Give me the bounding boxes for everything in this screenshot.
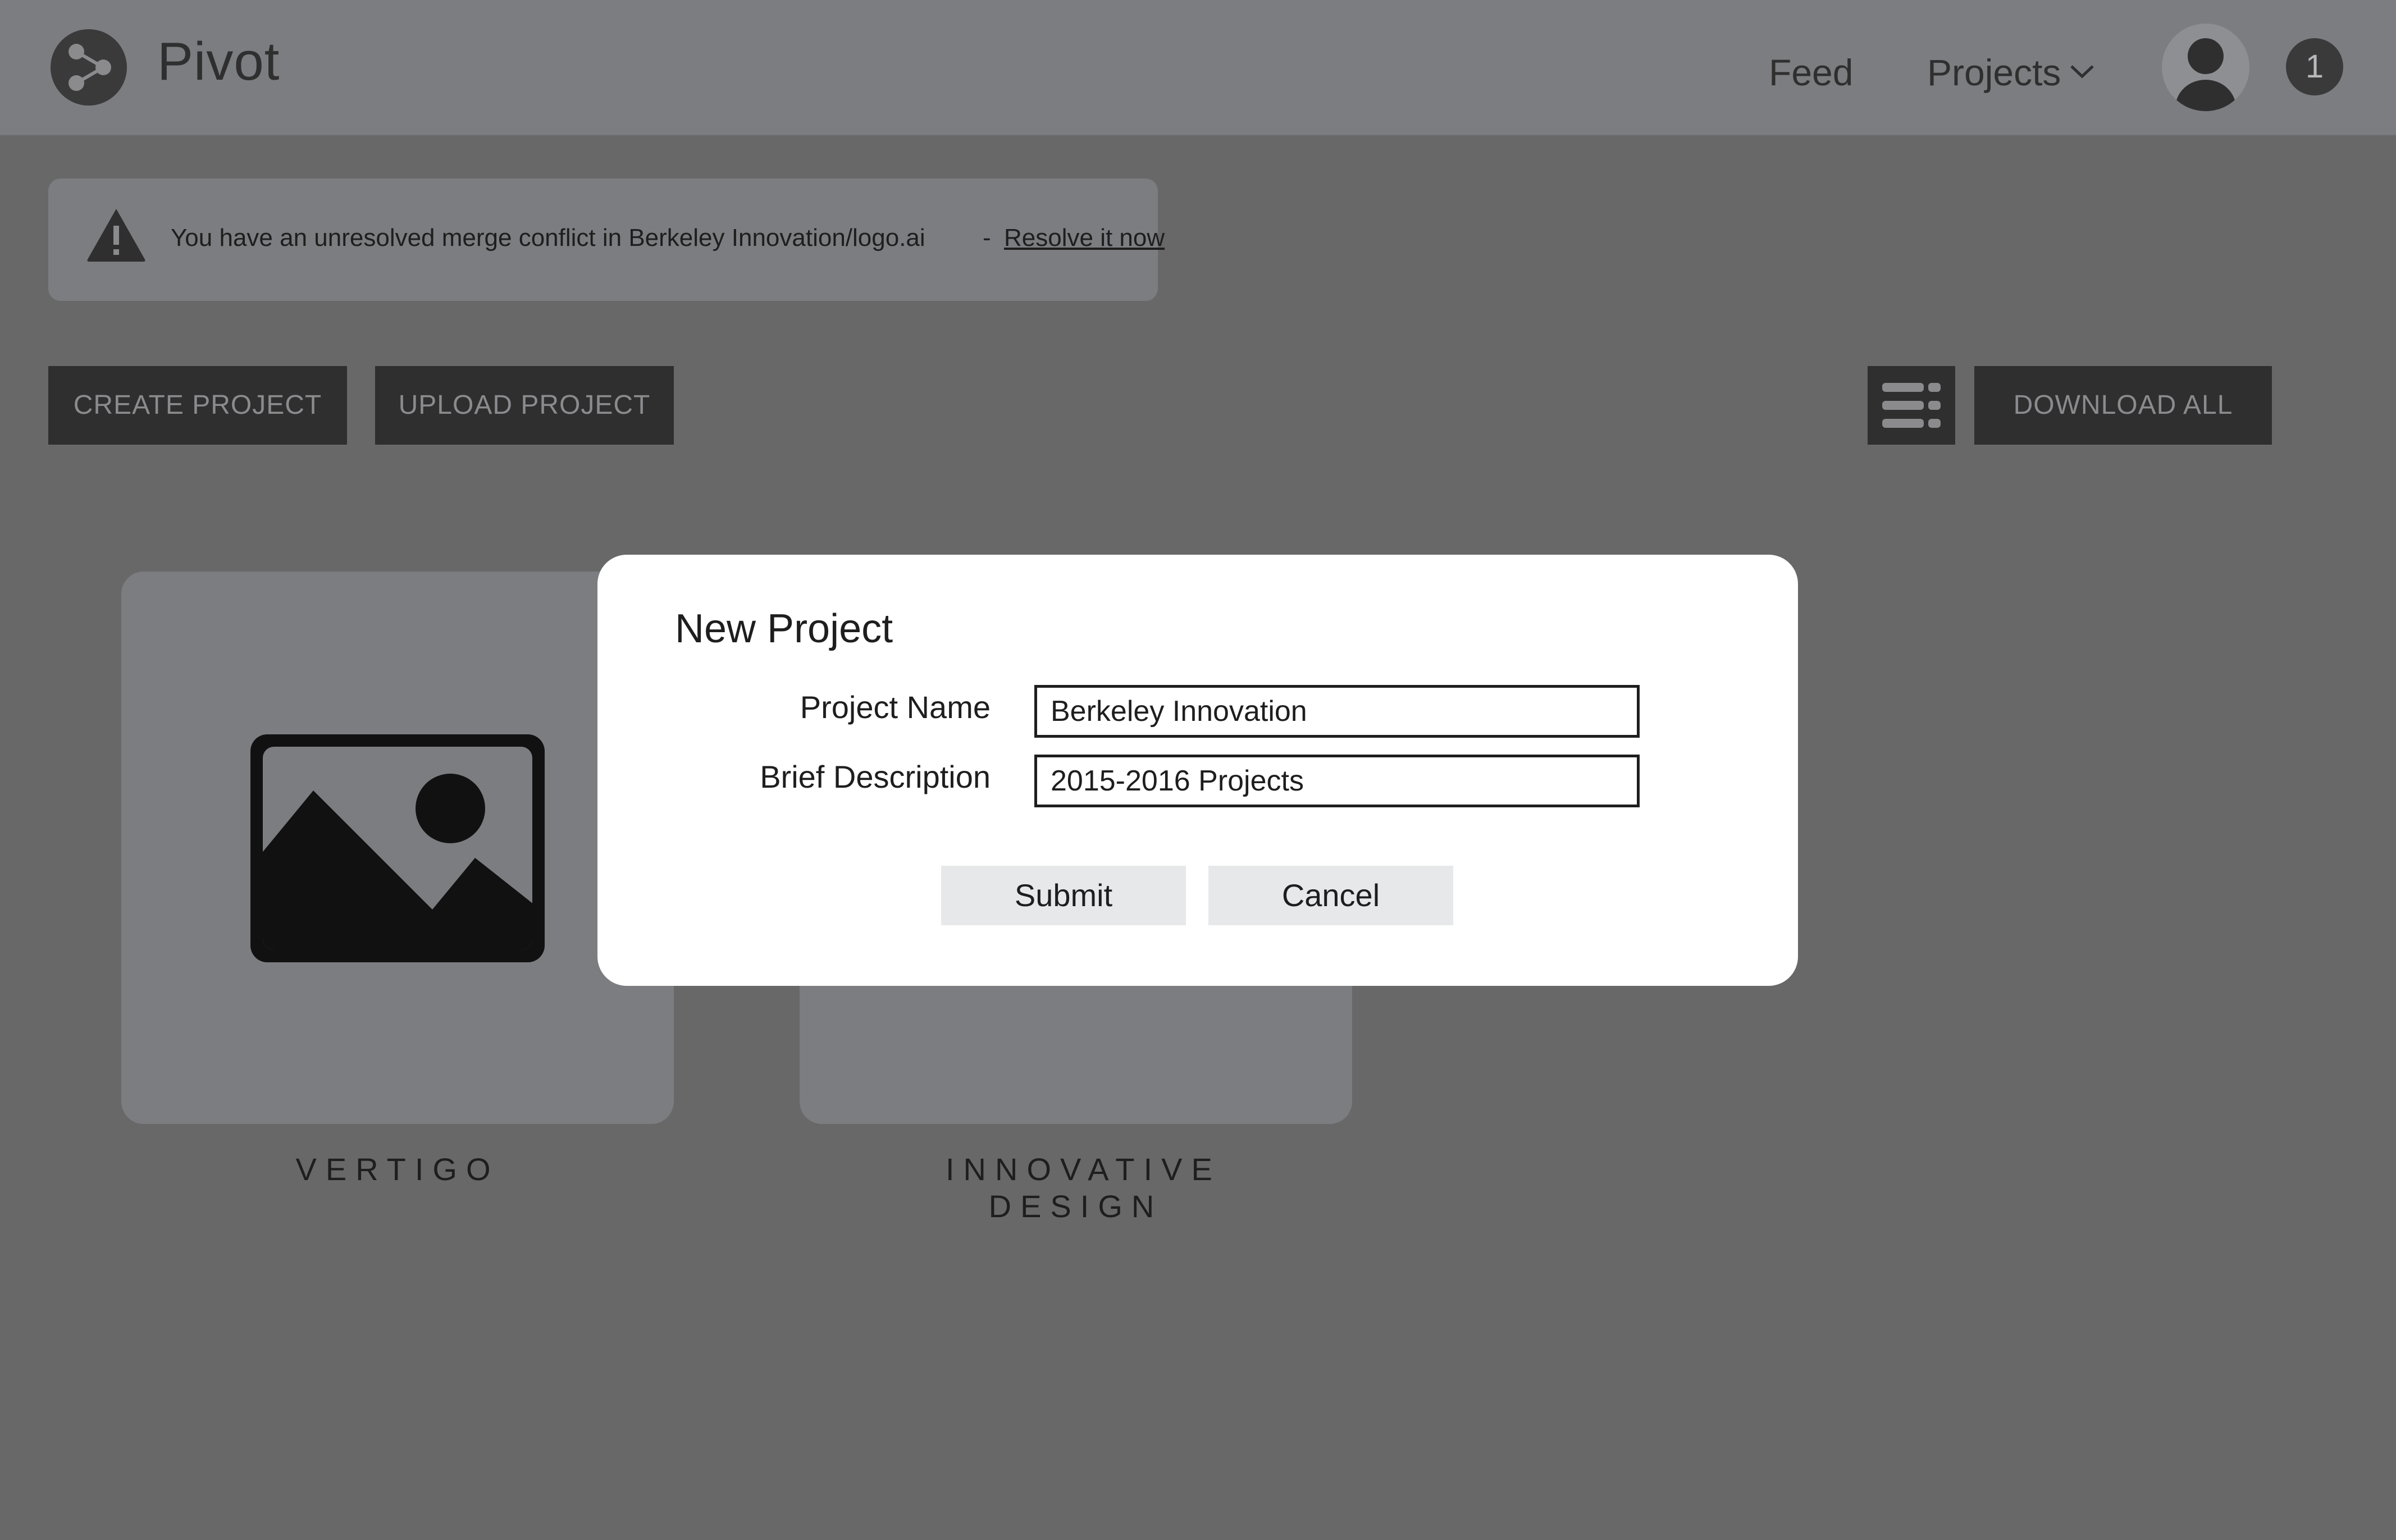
list-view-icon [1882, 383, 1941, 428]
top-nav-bar: Pivot Feed Projects 1 [0, 0, 2396, 136]
alert-message: You have an unresolved merge conflict in… [171, 224, 925, 252]
nav-feed-link[interactable]: Feed [1769, 54, 1853, 91]
resolve-now-link[interactable]: Resolve it now [1004, 223, 1165, 253]
app-title: Pivot [157, 31, 280, 92]
cancel-button[interactable]: Cancel [1208, 866, 1453, 925]
notification-badge[interactable]: 1 [2286, 38, 2343, 95]
modal-title: New Project [675, 606, 893, 651]
project-title-innovative-design: INNOVATIVE DESIGN [946, 1151, 1221, 1224]
brief-description-label: Brief Description [760, 759, 991, 794]
brief-description-input[interactable] [1034, 755, 1640, 807]
download-all-button[interactable]: DOWNLOAD ALL [1974, 366, 2272, 445]
project-name-label: Project Name [800, 689, 991, 725]
project-name-input[interactable] [1034, 685, 1640, 738]
new-project-modal: New Project Project Name Brief Descripti… [597, 555, 1798, 986]
project-card-vertigo[interactable] [121, 572, 674, 1124]
warning-triangle-icon [87, 209, 145, 262]
share-nodes-icon[interactable] [51, 29, 127, 106]
create-project-button[interactable]: CREATE PROJECT [48, 366, 347, 445]
nav-projects-menu[interactable]: Projects [1927, 54, 2061, 91]
project-title-vertigo: VERTIGO [295, 1151, 500, 1187]
alert-separator: - [983, 224, 991, 252]
list-view-toggle-button[interactable] [1868, 366, 1955, 445]
merge-conflict-alert: You have an unresolved merge conflict in… [48, 179, 1165, 301]
image-placeholder-icon [250, 734, 545, 962]
submit-button[interactable]: Submit [941, 866, 1186, 925]
user-avatar-icon[interactable] [2162, 24, 2249, 111]
upload-project-button[interactable]: UPLOAD PROJECT [375, 366, 674, 445]
chevron-down-icon[interactable] [2069, 63, 2095, 80]
